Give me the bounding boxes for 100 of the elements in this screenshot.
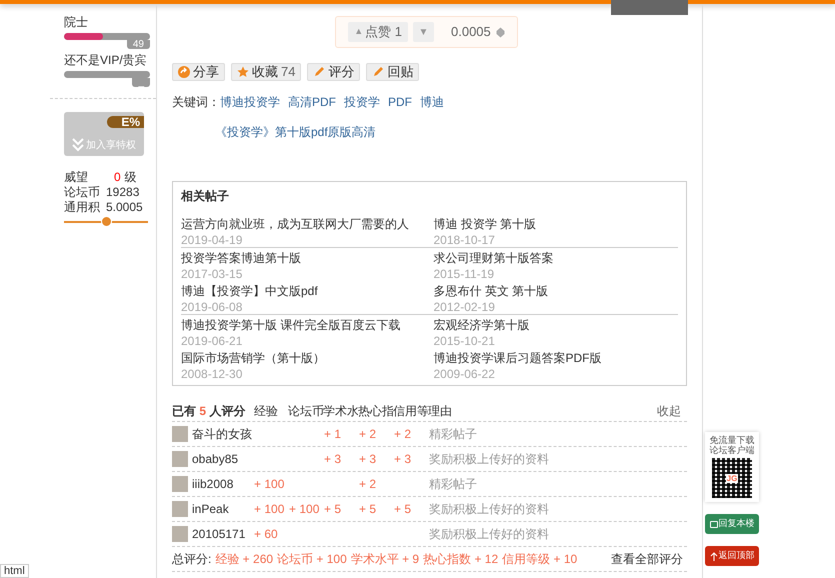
post-date: 2009-06-22 [434,367,496,381]
favorite-button[interactable]: 收藏 74 [231,63,302,81]
post-date: 2015-10-21 [434,334,496,348]
reason-cell-text: 奖励积极上传好的资料 [429,501,549,518]
up-arrow-icon [710,552,718,560]
share-icon [178,66,190,78]
post-date: 2008-12-30 [181,367,244,381]
up-triangle-icon: ▲ [354,25,364,39]
rate-button[interactable]: 评分 [307,63,360,81]
keyword-link[interactable]: 博迪 [420,93,444,111]
element-tag: html [0,564,29,578]
discount-badge: E% [107,116,144,128]
score-cell-text: + 100 [254,476,286,493]
avatar-placeholder [172,526,188,542]
share-button[interactable]: 分享 [172,63,225,81]
reply-button[interactable]: 回贴 [366,63,420,81]
score-cell-text: + 60 [254,526,279,543]
column-header: 理由 [428,402,452,420]
score-cell-text: + 5 [359,501,378,518]
score-cell-text: + 3 [324,451,342,468]
top-button[interactable]: 返回顶部 [705,546,759,566]
total-score: 学术水平 + 9 [350,551,420,568]
related-post-link[interactable]: 国际市场营销学（第十版） [181,349,430,367]
stat-value: 19283 [106,185,140,200]
reply-button[interactable]: 回复本楼 [705,514,759,534]
post-date: 2019-06-08 [181,300,244,314]
avatar-placeholder [172,476,188,492]
score-cell-text: + 2 [394,426,412,443]
stat-label: 通用积 [64,200,101,215]
score-cell-text: + 2 [359,426,378,443]
post-date: 2019-06-21 [181,334,244,348]
related-post-link[interactable]: 宏观经济学第十版 [434,316,678,334]
avatar-placeholder [172,451,188,467]
pencil-icon [313,66,326,78]
keyword-link[interactable]: 高清PDF [288,93,336,111]
score-cell-text: + 100 [289,501,320,518]
user-link[interactable]: 奋斗的女孩 [192,425,254,443]
related-post-link[interactable]: 运营方向就业班，成为互联网大厂需要的人 [181,215,430,233]
user-link[interactable]: 20105171 [192,525,254,543]
star-icon [237,66,249,78]
level-label: 还不是VIP/贵宾 [64,52,148,68]
keyword-link[interactable]: 博迪投资学 [220,93,280,111]
post-date: 2012-02-19 [434,300,496,314]
double-chevron-icon [72,138,84,152]
collapse-link[interactable]: 收起 [657,402,681,420]
expand-button[interactable] [100,216,112,227]
score-cell-text: + 1 [324,426,342,443]
reason-cell-text: 精彩帖子 [429,476,477,493]
level-label: 院士 [64,14,89,30]
user-link[interactable]: obaby85 [192,450,254,468]
related-post-link[interactable]: 博迪投资学第十版 课件完全版百度云下载 [181,316,430,334]
keywords-label: 关键词： [172,94,220,111]
level-reading: _ [132,78,150,87]
total-score: 信用等级 + 10 [502,551,578,568]
related-post-link[interactable]: 博迪 投资学 第十版 [434,215,678,233]
score-cell-text: + 2 [359,476,378,493]
coin-icon [496,26,505,38]
user-link[interactable]: iiib2008 [192,475,254,493]
reason-cell-text: 奖励积极上传好的资料 [429,451,549,468]
vote-amount: 0.0005 [451,23,491,42]
post-date: 2017-03-15 [181,267,244,281]
score-cell-text: + 3 [359,451,378,468]
avatar-placeholder [172,501,188,517]
comment-icon [710,520,718,528]
post-date: 2015-11-19 [434,267,495,281]
like-button[interactable]: ▲点赞 1 [348,22,408,42]
stat-unit: 级 [124,170,137,185]
qr-caption: 免流量下载 [710,435,754,445]
related-post-link[interactable]: 投资学答案博迪第十版 [181,249,430,267]
level-reading: 49 [126,40,150,49]
stat-label: 威望 [64,170,89,185]
score-cell-text: + 5 [324,501,342,518]
avatar-placeholder [172,426,188,442]
related-post-link[interactable]: 多恩布什 英文 第十版 [434,282,678,300]
total-score: 论坛币 + 100 [277,551,347,568]
score-cell-text: + 100 [254,501,286,518]
keyword-link[interactable]: PDF [388,93,412,111]
qr-caption: 论坛客户端 [710,445,754,455]
keyword-link[interactable]: 投资学 [344,93,380,111]
stat-label: 论坛币 [64,185,101,200]
user-link[interactable]: inPeak [192,500,254,518]
post-date: 2018-10-17 [434,233,496,247]
stat-value: 5.0005 [106,200,143,215]
rating-summary: 已有 5 人评分 [172,402,246,420]
column-header: 经验 [254,402,279,420]
post-date: 2019-04-19 [181,233,244,247]
column-header: 论坛币 [288,402,323,420]
reason-cell-text: 奖励积极上传好的资料 [429,526,549,543]
post-title-link[interactable]: 《投资学》第十版pdf原版高清 [215,123,376,141]
related-post-link[interactable]: 博迪【投资学】中文版pdf [181,282,430,300]
related-post-link[interactable]: 博迪投资学课后习题答案PDF版 [434,349,678,367]
score-cell-text: + 5 [394,501,412,518]
pencil-icon [372,66,384,78]
related-posts-title: 相关帖子 [181,188,230,204]
stat-value: 0 [113,170,121,185]
view-all-ratings-link[interactable]: 查看全部评分 [611,550,683,568]
total-score: 经验 + 260 [215,551,274,568]
related-post-link[interactable]: 求公司理财第十版答案 [434,249,678,267]
reason-cell-text: 精彩帖子 [429,426,477,443]
total-label: 总评分: [172,551,212,568]
